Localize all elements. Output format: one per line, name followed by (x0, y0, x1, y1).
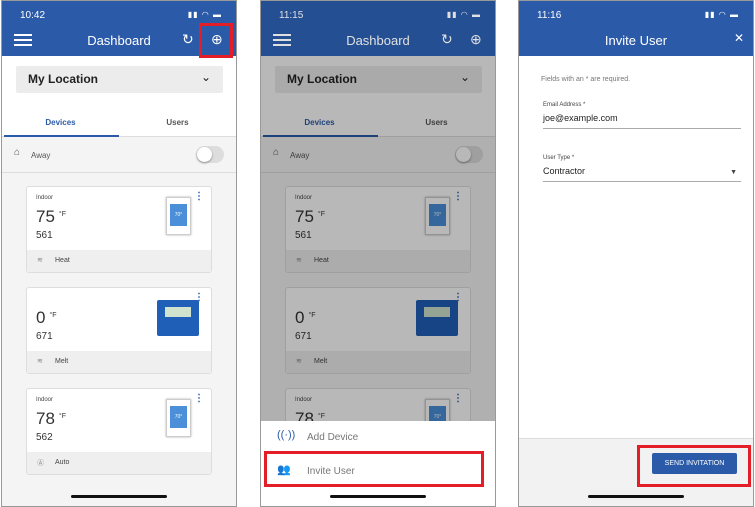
away-toggle[interactable] (196, 146, 224, 163)
page-title: Invite User (604, 33, 668, 48)
device-mode: Ⓐ Auto (27, 452, 211, 474)
required-note: Fields with an * are required. (541, 76, 631, 83)
away-icon: ⌂ (14, 147, 21, 158)
email-input[interactable]: joe@example.com (543, 113, 741, 128)
device-list: Indoor 75°F 561 ⋮ ≋Heat 0°F 671 ⋮ ≋MeltI… (2, 173, 236, 506)
chevron-down-icon: ⌄ (200, 70, 211, 84)
thermostat-image (166, 399, 191, 437)
home-indicator (588, 495, 684, 498)
status-icons: ▮▮ ◠ ▬ (187, 10, 222, 19)
tab-users[interactable]: Users (119, 118, 236, 127)
device-card[interactable]: 0 °F 671 ⋮ ≋ Melt (26, 287, 212, 374)
thermostat-image (166, 197, 191, 235)
device-id: 562 (36, 432, 53, 443)
temperature-unit: °F (49, 312, 57, 319)
home-indicator (330, 495, 426, 498)
close-icon[interactable]: ✕ (734, 31, 744, 45)
location-label: My Location (28, 72, 99, 86)
device-mode-label: Heat (55, 257, 70, 264)
temperature-value: 78 (36, 409, 55, 428)
device-temperature: 0 °F (36, 308, 57, 328)
status-time: 10:42 (20, 10, 46, 21)
more-options-icon[interactable]: ⋮ (194, 191, 204, 202)
device-mode-label: Melt (55, 358, 69, 365)
highlight-send-button (637, 445, 751, 487)
highlight-add-button (199, 23, 233, 58)
device-card[interactable]: Indoor 78°F 562 ⋮ Ⓐ Auto (26, 388, 212, 475)
email-label: Email Address * (543, 102, 586, 108)
user-type-label: User Type * (543, 155, 575, 161)
temperature-value: 0 (36, 308, 46, 327)
device-zone: Indoor (36, 397, 54, 403)
heat-icon: ≋ (37, 257, 43, 264)
status-icons: ▮▮ ◠ ▬ (704, 10, 739, 19)
user-type-select[interactable]: User Type * Contractor ▼ (543, 155, 741, 182)
app-header: 11:15 ▮▮ ◠ ▬ Dashboard ↻ ⊕ (261, 1, 495, 56)
device-temperature: 75 °F (36, 207, 66, 227)
refresh-icon[interactable]: ↻ (182, 31, 194, 48)
wifi-icon: ((·)) (277, 429, 296, 441)
device-mode: ≋ Heat (27, 250, 211, 272)
screen-dashboard-add-menu: 11:15 ▮▮ ◠ ▬ Dashboard ↻ ⊕ My Location ⌄ … (260, 0, 496, 507)
device-temperature: 78 °F (36, 409, 66, 429)
status-time: 11:16 (537, 10, 562, 21)
location-dropdown[interactable]: My Location ⌄ (16, 66, 223, 93)
controller-box-image (157, 300, 199, 336)
device-id: 671 (36, 331, 53, 342)
device-mode: ≋ Melt (27, 351, 211, 373)
device-mode-label: Auto (55, 459, 70, 466)
tab-bar: Devices Users (2, 109, 236, 137)
away-row: ⌂ Away (2, 137, 236, 173)
header-dim (261, 1, 495, 56)
device-card[interactable]: Indoor 75°F 561 ⋮ ≋ Heat (26, 186, 212, 273)
temperature-unit: °F (58, 413, 66, 420)
home-indicator (71, 495, 167, 498)
more-options-icon[interactable]: ⋮ (194, 393, 204, 404)
dropdown-arrow-icon: ▼ (730, 169, 737, 176)
heat-icon: ≋ (37, 358, 43, 365)
screen-dashboard: 10:42 ▮▮ ◠ ▬ Dashboard ↻ ⊕ My Location ⌄ … (1, 0, 237, 507)
email-field[interactable]: Email Address * joe@example.com (543, 102, 741, 129)
highlight-invite-user (264, 451, 484, 487)
user-type-value: Contractor (543, 166, 586, 176)
temperature-value: 75 (36, 207, 55, 226)
device-id: 561 (36, 230, 53, 241)
app-header: 11:16 ▮▮ ◠ ▬ Invite User ✕ (519, 1, 753, 56)
menu-item-label: Add Device (307, 432, 359, 443)
away-label: Away (31, 151, 51, 160)
tab-devices[interactable]: Devices (2, 118, 119, 127)
menu-item-add-device[interactable]: ((·)) Add Device (261, 421, 495, 453)
screen-invite-user: 11:16 ▮▮ ◠ ▬ Invite User ✕ Fields with a… (518, 0, 754, 507)
temperature-unit: °F (58, 211, 66, 218)
device-zone: Indoor (36, 195, 54, 201)
auto-icon: Ⓐ (37, 460, 44, 467)
